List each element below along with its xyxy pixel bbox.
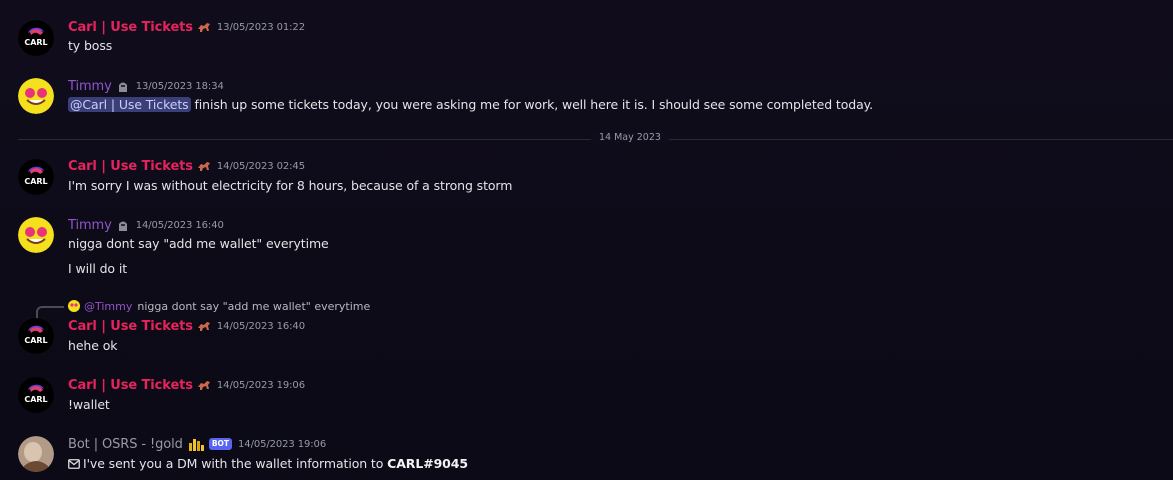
message-header: Carl | Use Tickets 14/05/2023 16:40 bbox=[68, 317, 305, 335]
username[interactable]: Timmy bbox=[68, 79, 112, 94]
timestamp: 14/05/2023 19:06 bbox=[216, 379, 305, 391]
horse-role-icon bbox=[197, 320, 211, 332]
message-text: I will do it bbox=[68, 261, 128, 276]
username[interactable]: Carl | Use Tickets bbox=[68, 378, 193, 393]
message-header: Timmy 13/05/2023 18:34 bbox=[68, 77, 224, 95]
wallet-user-tag: CARL#9045 bbox=[387, 456, 468, 471]
user-mention[interactable]: @Carl | Use Tickets bbox=[68, 97, 191, 112]
reply-preview[interactable]: @Timmy nigga dont say "add me wallet" ev… bbox=[68, 298, 370, 314]
message-header: Timmy 14/05/2023 16:40 bbox=[68, 216, 224, 234]
carl-avatar[interactable]: CARL bbox=[18, 318, 54, 354]
username[interactable]: Carl | Use Tickets bbox=[68, 20, 193, 35]
horse-role-icon bbox=[197, 160, 211, 172]
message-text: I've sent you a DM with the wallet infor… bbox=[68, 456, 468, 472]
timestamp: 14/05/2023 19:06 bbox=[238, 438, 327, 450]
username[interactable]: Timmy bbox=[68, 218, 112, 233]
message-text: I'm sorry I was without electricity for … bbox=[68, 178, 513, 193]
message-text: !wallet bbox=[68, 397, 110, 412]
message-body: finish up some tickets today, you were a… bbox=[190, 97, 874, 112]
timmy-avatar[interactable] bbox=[18, 78, 54, 114]
reply-author[interactable]: @Timmy bbox=[84, 300, 132, 313]
timestamp: 14/05/2023 02:45 bbox=[216, 160, 305, 172]
username[interactable]: Bot | OSRS - !gold bbox=[68, 437, 183, 452]
timestamp: 14/05/2023 16:40 bbox=[216, 320, 305, 332]
svg-text:CARL: CARL bbox=[24, 336, 47, 345]
message-text: nigga dont say "add me wallet" everytime bbox=[68, 236, 329, 251]
username[interactable]: Carl | Use Tickets bbox=[68, 159, 193, 174]
gold-role-icon bbox=[187, 436, 205, 452]
message-header: Carl | Use Tickets 14/05/2023 19:06 bbox=[68, 376, 305, 394]
carl-avatar[interactable]: CARL bbox=[18, 159, 54, 195]
chat-messages: CARL Carl | Use Tickets 13/05/2023 01:22… bbox=[0, 0, 1173, 480]
message-text: @Carl | Use Tickets finish up some ticke… bbox=[68, 97, 873, 112]
bot-tag: BOT bbox=[208, 438, 233, 450]
svg-text:CARL: CARL bbox=[24, 395, 47, 404]
username[interactable]: Carl | Use Tickets bbox=[68, 319, 193, 334]
reply-text: nigga dont say "add me wallet" everytime bbox=[137, 299, 371, 313]
horse-role-icon bbox=[197, 21, 211, 33]
timmy-avatar[interactable] bbox=[18, 217, 54, 253]
date-divider-label: 14 May 2023 bbox=[591, 132, 669, 143]
timmy-mini-avatar bbox=[68, 300, 80, 312]
carl-avatar[interactable]: CARL bbox=[18, 20, 54, 56]
timestamp: 13/05/2023 01:22 bbox=[216, 21, 305, 33]
message-header: Carl | Use Tickets 14/05/2023 02:45 bbox=[68, 157, 305, 175]
message-header: Carl | Use Tickets 13/05/2023 01:22 bbox=[68, 18, 305, 36]
knight-role-icon bbox=[116, 218, 130, 232]
horse-role-icon bbox=[197, 379, 211, 391]
timestamp: 13/05/2023 18:34 bbox=[135, 80, 224, 92]
bot-avatar[interactable] bbox=[18, 436, 54, 472]
timestamp: 14/05/2023 16:40 bbox=[135, 219, 224, 231]
message-text: ty boss bbox=[68, 38, 113, 53]
svg-text:CARL: CARL bbox=[24, 38, 47, 47]
envelope-icon bbox=[68, 457, 80, 472]
message-text: hehe ok bbox=[68, 338, 118, 353]
carl-avatar[interactable]: CARL bbox=[18, 377, 54, 413]
knight-role-icon bbox=[116, 79, 130, 93]
svg-text:CARL: CARL bbox=[24, 177, 47, 186]
message-body: I've sent you a DM with the wallet infor… bbox=[83, 456, 388, 471]
message-header: Bot | OSRS - !gold BOT 14/05/2023 19:06 bbox=[68, 435, 326, 453]
